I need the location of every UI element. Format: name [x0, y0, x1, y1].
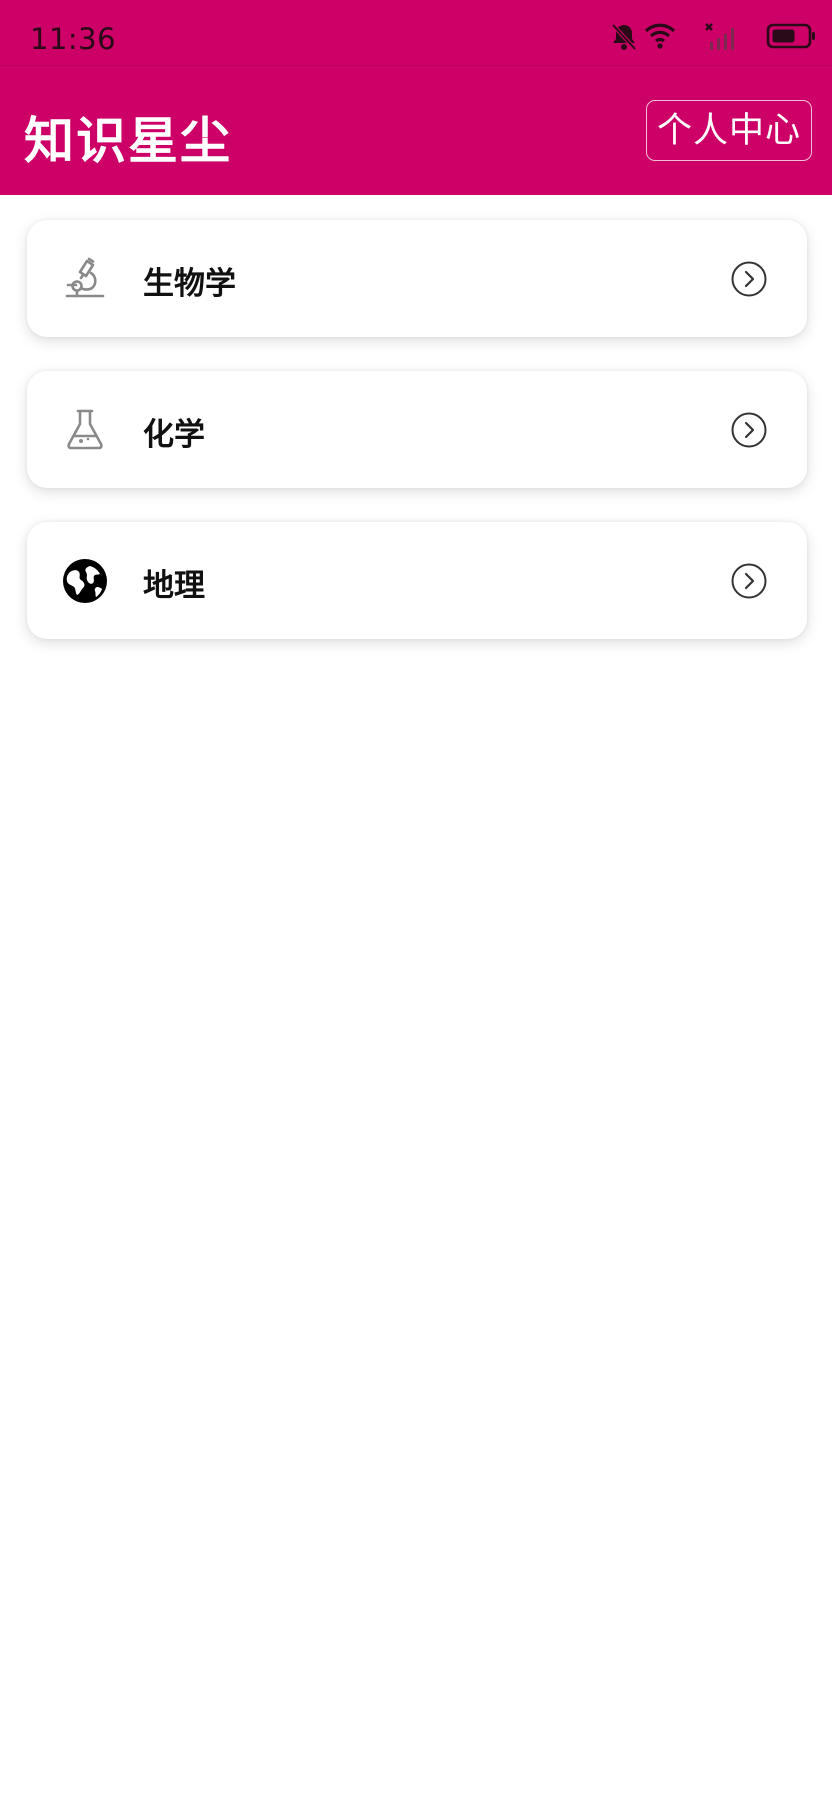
signal-icon: [705, 23, 734, 50]
status-bar: 11:36: [0, 0, 832, 66]
chevron-right-circle-icon[interactable]: [731, 563, 767, 599]
flask-icon: [67, 409, 103, 450]
app-header: 知识星尘 个人中心: [0, 66, 832, 195]
subject-card-chemistry[interactable]: 化学: [27, 371, 807, 488]
globe-icon: [63, 559, 107, 603]
bell-muted-icon: [611, 23, 637, 51]
app-title: 知识星尘: [24, 112, 232, 170]
subject-label-geography: 地理: [143, 568, 205, 604]
battery-icon: [766, 23, 815, 49]
profile-center-button[interactable]: 个人中心: [646, 100, 812, 161]
chevron-right-circle-icon[interactable]: [731, 412, 767, 448]
subject-label-chemistry: 化学: [143, 417, 205, 453]
status-time: 11:36: [30, 22, 117, 56]
subject-card-geography[interactable]: 地理: [27, 522, 807, 639]
subject-label-biology: 生物学: [143, 266, 236, 302]
subject-card-biology[interactable]: 生物学: [27, 220, 807, 337]
chevron-right-circle-icon[interactable]: [731, 261, 767, 297]
microscope-icon: [65, 257, 105, 298]
wifi-icon: [644, 23, 676, 49]
